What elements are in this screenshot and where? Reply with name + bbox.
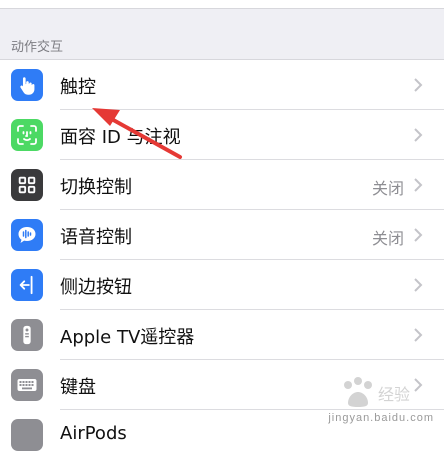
row-apple-tv-remote[interactable]: Apple TV遥控器 (0, 310, 444, 360)
previous-section-edge (0, 0, 444, 9)
chevron-right-icon (414, 178, 423, 192)
row-label: 切换控制 (60, 177, 132, 198)
row-label: 侧边按钮 (60, 277, 132, 298)
row-value: 关闭 (371, 229, 404, 248)
row-voice-control[interactable]: 语音控制 关闭 (0, 210, 444, 260)
chevron-right-icon (414, 278, 423, 292)
row-label: 键盘 (60, 377, 96, 398)
chevron-right-icon (414, 78, 423, 92)
row-label: Apple TV遥控器 (60, 327, 195, 348)
hand-pointer-icon (11, 69, 43, 101)
baidu-logo-watermark: 经验 (344, 377, 410, 407)
remote-icon (11, 319, 43, 351)
row-label: 面容 ID 与注视 (60, 127, 181, 148)
airpods-icon (11, 419, 43, 451)
switch-control-grid-icon (11, 169, 43, 201)
section-header: 动作交互 (11, 40, 64, 55)
row-value: 关闭 (371, 179, 404, 198)
svg-text:经验: 经验 (378, 385, 410, 404)
watermark-text: jingyan.baidu.com (328, 412, 434, 424)
side-button-icon (11, 269, 43, 301)
chevron-right-icon (414, 128, 423, 142)
row-side-button[interactable]: 侧边按钮 (0, 260, 444, 310)
face-id-icon (11, 119, 43, 151)
row-label: 语音控制 (60, 227, 132, 248)
row-face-id[interactable]: 面容 ID 与注视 (0, 110, 444, 160)
row-touch[interactable]: 触控 (0, 60, 444, 110)
keyboard-icon (11, 369, 43, 401)
voice-control-icon (11, 219, 43, 251)
row-switch-control[interactable]: 切换控制 关闭 (0, 160, 444, 210)
row-label: 触控 (60, 77, 96, 98)
chevron-right-icon (414, 228, 423, 242)
row-label: AirPods (60, 423, 127, 444)
chevron-right-icon (414, 328, 423, 342)
